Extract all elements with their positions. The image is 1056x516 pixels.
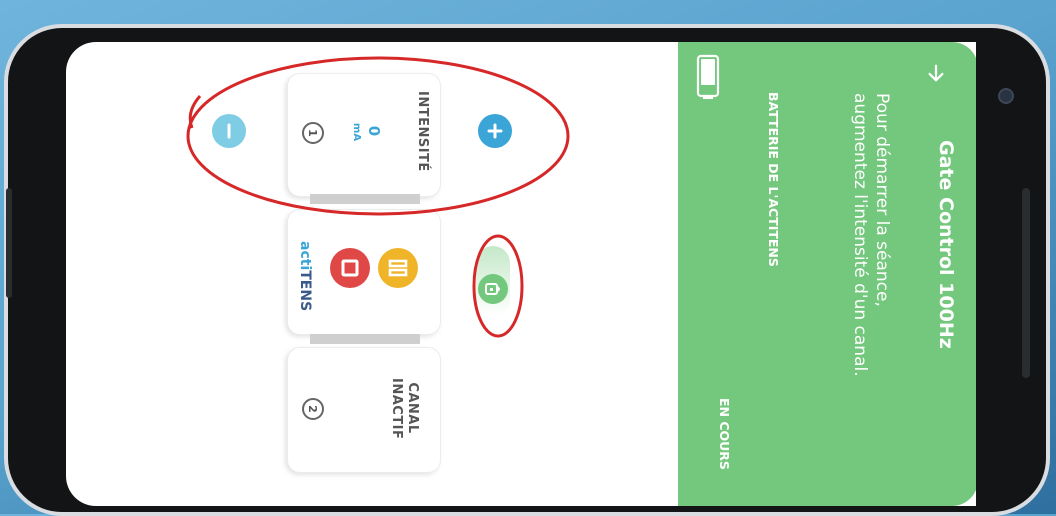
intensity-label: INTENSITÉ — [415, 91, 430, 172]
decrease-intensity-button[interactable] — [212, 114, 246, 148]
app-screen: Gate Control 100Hz Pour démarrer la séan… — [66, 42, 976, 506]
pause-icon — [388, 259, 408, 277]
increase-intensity-button[interactable] — [478, 114, 512, 148]
brand-prefix: acti — [297, 241, 313, 271]
speaker-grille — [1022, 188, 1030, 378]
card-divider-2 — [310, 334, 420, 344]
pause-button[interactable] — [378, 248, 418, 288]
device-brand: actiTENS — [295, 241, 313, 311]
lock-slider-handle[interactable] — [478, 274, 508, 304]
back-arrow-icon[interactable] — [925, 62, 947, 84]
lock-icon — [485, 283, 500, 295]
stop-button[interactable] — [330, 248, 370, 288]
session-status: EN COURS — [717, 398, 732, 470]
start-instruction: Pour démarrer la séance, augmentez l'int… — [850, 93, 892, 377]
front-camera — [998, 88, 1014, 104]
intensity-value: 0 — [365, 125, 383, 137]
intensity-unit: mA — [351, 122, 362, 142]
plus-icon — [487, 123, 503, 139]
channel-2-status-line1: CANAL — [405, 382, 420, 434]
brand-suffix: TENS — [297, 270, 313, 312]
minus-icon — [227, 123, 231, 139]
channel-1-number: 1 — [302, 122, 324, 144]
stop-icon — [341, 259, 359, 277]
channel-2-status-line2: INACTIF — [389, 378, 404, 440]
battery-label: BATTERIE DE L'ACTITENS — [766, 92, 781, 267]
card-divider-1 — [310, 194, 420, 204]
side-button-top — [6, 188, 12, 298]
session-panel: Gate Control 100Hz Pour démarrer la séan… — [678, 42, 976, 506]
channel-2-number: 2 — [302, 398, 324, 420]
program-title: Gate Control 100Hz — [935, 140, 957, 349]
battery-icon — [696, 54, 720, 99]
